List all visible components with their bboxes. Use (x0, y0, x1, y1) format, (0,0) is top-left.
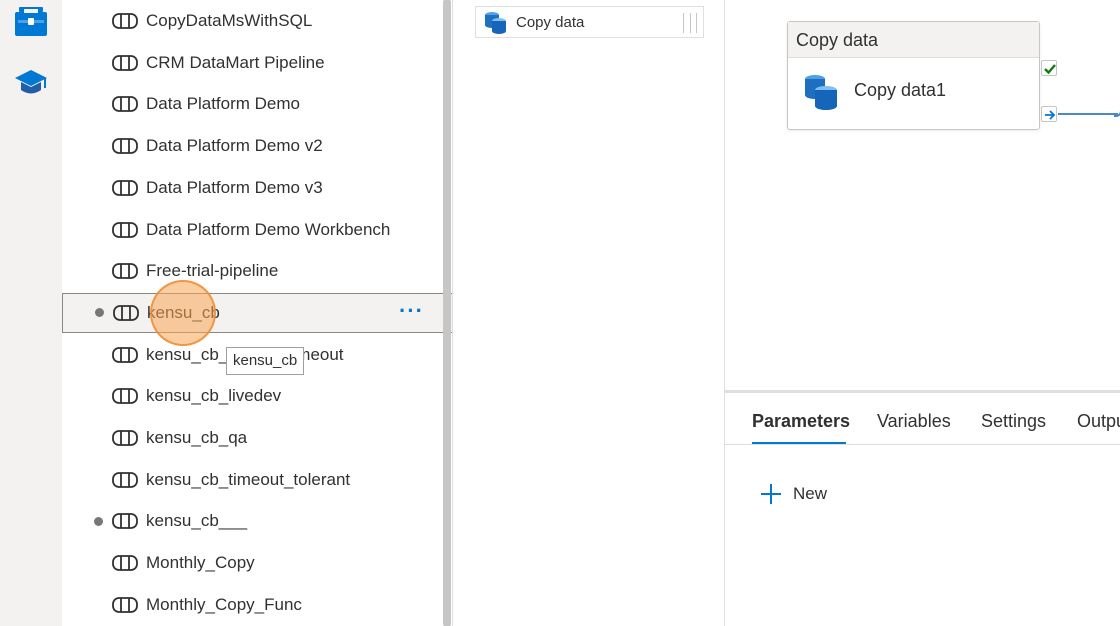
pipeline-item-label: CopyDataMsWithSQL (146, 11, 313, 30)
pipeline-item[interactable]: CRM DataMart Pipeline (62, 43, 453, 83)
pipeline-icon (112, 96, 138, 113)
pipeline-item-label: Data Platform Demo v3 (146, 177, 323, 197)
pipeline-icon (112, 596, 138, 613)
pipeline-icon (112, 221, 138, 238)
checkmark-icon (1044, 64, 1056, 75)
tree-scrollbar[interactable] (443, 0, 451, 626)
new-parameter-button[interactable]: New (761, 481, 827, 507)
drag-handle[interactable] (683, 13, 697, 33)
pipeline-item[interactable]: Data Platform Demo (62, 84, 453, 124)
pipeline-item-label: Data Platform Demo v2 (146, 136, 323, 156)
activity-label: Copy data (516, 13, 585, 31)
tab-variables[interactable]: Variables (877, 411, 951, 432)
new-button-label: New (793, 484, 828, 503)
plus-icon (761, 484, 781, 504)
pipeline-item-label: kensu_cb_timeout_tolerant (146, 469, 351, 489)
pipeline-item[interactable]: Data Platform Demo Workbench (62, 210, 453, 250)
activity-copy-data[interactable]: Copy data (475, 6, 704, 38)
pipeline-item-label: Data Platform Demo (146, 94, 300, 114)
pipeline-item[interactable]: Data Platform Demo v2 (62, 126, 453, 166)
tab-parameters[interactable]: Parameters (752, 411, 850, 432)
pipeline-item-label: kensu_cb_livedev (146, 386, 282, 406)
pipeline-icon (112, 430, 138, 446)
pipeline-item[interactable]: Monthly_Copy (62, 543, 453, 583)
pipeline-item[interactable]: kensu_cb_livedev (62, 376, 453, 416)
pipeline-item[interactable]: kensu_cb___ (62, 501, 453, 541)
pipeline-item-label: CRM DataMart Pipeline (146, 52, 325, 72)
learn-icon[interactable] (14, 66, 48, 100)
pipeline-icon (112, 388, 138, 405)
more-options-icon[interactable]: ··· (399, 298, 424, 324)
tooltip: kensu_cb (226, 347, 305, 375)
activity-connector (1058, 113, 1120, 117)
pipeline-item[interactable]: kensu_cb_qa (62, 418, 453, 458)
pipeline-icon (112, 179, 138, 196)
pipeline-item[interactable]: kensu_cb··· (62, 292, 453, 333)
unsaved-dot-icon (94, 516, 103, 526)
arrow-right-icon (1045, 110, 1056, 120)
active-tab-indicator (752, 442, 846, 444)
tab-settings[interactable]: Settings (981, 411, 1046, 432)
pipeline-canvas[interactable]: Copy data Copy data1 (725, 0, 1120, 390)
pipeline-icon (112, 138, 138, 154)
pipeline-icon (112, 471, 138, 488)
pipeline-item-label: Free-trial-pipeline (146, 261, 279, 281)
pipeline-icon (112, 555, 138, 571)
on-completion-port[interactable] (1041, 106, 1057, 122)
copy-data-icon (805, 75, 837, 110)
pipeline-item[interactable]: kensu_cb_timeout_tolerant (62, 460, 453, 500)
unsaved-dot-icon (95, 308, 104, 318)
node-type-label: Copy data (788, 22, 1039, 58)
cursor-highlight (150, 280, 216, 346)
pipeline-icon (113, 304, 139, 321)
pipeline-item[interactable]: Data Platform Demo v3 (62, 168, 453, 208)
pipeline-item[interactable]: Monthly_Copy_Func (62, 585, 453, 625)
properties-panel: Parameters Variables Settings Outpu New (725, 393, 1120, 626)
pipeline-item[interactable]: Free-trial-pipeline (62, 251, 453, 291)
pipeline-item-label: kensu_cb_qa (146, 428, 248, 447)
copy-data-icon (485, 12, 506, 34)
pipeline-item-label: kensu_cb___ (146, 511, 248, 531)
pipeline-icon (112, 346, 138, 363)
pipeline-icon (112, 54, 138, 71)
copy-data-activity-node[interactable]: Copy data Copy data1 (787, 21, 1040, 130)
left-nav-rail (0, 0, 62, 626)
node-name: Copy data1 (854, 80, 947, 100)
toolbox-icon[interactable] (14, 4, 48, 38)
pipeline-item-label: Data Platform Demo Workbench (146, 219, 391, 239)
panel-tabs: Parameters Variables Settings Outpu (725, 393, 1120, 445)
activities-pane: Copy data (453, 0, 724, 626)
pipeline-tree: CopyDataMsWithSQL CRM DataMart Pipeline Da… (62, 0, 453, 626)
pipeline-item-label: Monthly_Copy (146, 553, 255, 573)
pipeline-item[interactable]: CopyDataMsWithSQL (62, 1, 453, 41)
pipeline-item-label: Monthly_Copy_Func (146, 594, 302, 614)
on-success-port[interactable] (1041, 60, 1057, 76)
pipeline-icon (112, 263, 138, 280)
pipeline-icon (112, 513, 138, 530)
pipeline-icon (112, 13, 138, 29)
tab-output[interactable]: Outpu (1077, 411, 1120, 432)
